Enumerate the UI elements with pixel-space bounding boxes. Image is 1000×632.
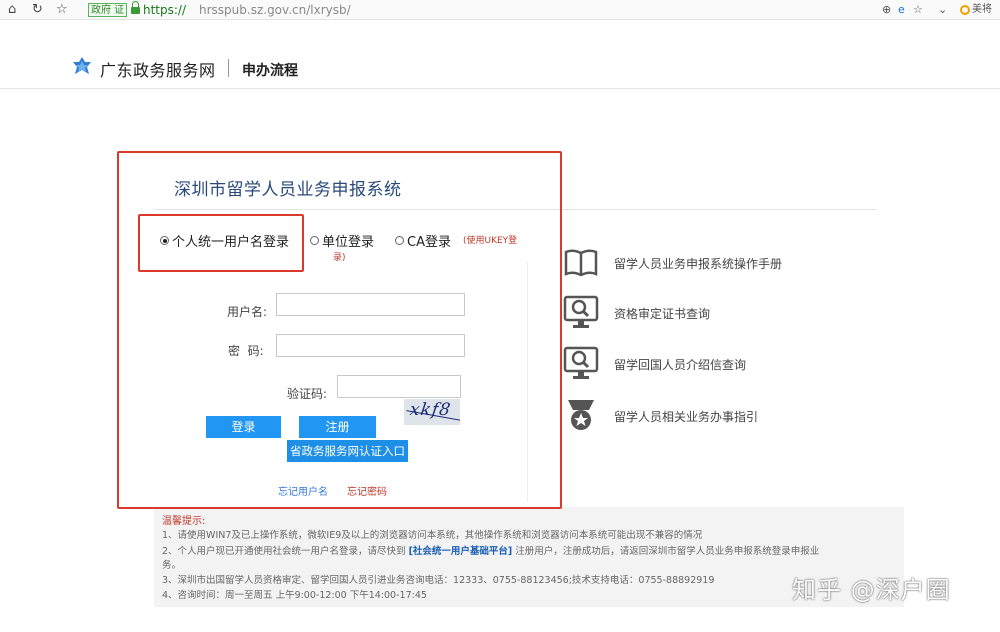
book-icon (564, 249, 598, 277)
star-icon[interactable]: ☆ (56, 1, 68, 19)
monitor-search-icon (563, 346, 599, 379)
reload-icon[interactable]: ↻ (32, 1, 43, 19)
medal-icon (568, 400, 594, 430)
annotation-box-login-panel (117, 151, 562, 509)
side-link-manual[interactable]: 留学人员业务申报系统操作手册 (563, 244, 782, 280)
watermark: 知乎 @深户圈 (792, 576, 951, 604)
site-name[interactable]: 广东政务服务网 (100, 57, 216, 81)
side-link-certificate-query[interactable]: 资格审定证书查询 (563, 294, 710, 330)
side-link-label: 资格审定证书查询 (614, 307, 711, 321)
notice-line-3: 3、深圳市出国留学人员资格审定、留学回国人员引进业务咨询电话：12333、075… (162, 575, 715, 586)
side-link-label: 留学回国人员介绍信查询 (614, 358, 747, 372)
notice-line-1: 1、请使用WIN7及已上操作系统，微软IE9及以上的浏览器访问本系统，其他操作系… (162, 530, 703, 541)
annotation-box-personal-login (138, 214, 304, 272)
header-divider (228, 59, 229, 77)
monitor-search-icon (563, 295, 599, 328)
lock-icon (131, 1, 140, 15)
notice-line-2-cont: 务。 (162, 560, 182, 571)
gd-gov-logo-icon[interactable] (72, 56, 92, 76)
side-link-letter-query[interactable]: 留学回国人员介绍信查询 (563, 345, 746, 381)
side-link-guide[interactable]: 留学人员相关业务办事指引 (563, 397, 758, 433)
site-header: 广东政务服务网 申办流程 (0, 41, 1000, 89)
notice-line-4: 4、咨询时间：周一至周五 上午9:00-12:00 下午14:00-17:45 (162, 590, 427, 601)
zoom-icon[interactable]: ⊕ (882, 2, 891, 18)
extension-dot-icon[interactable] (960, 5, 970, 15)
url-scheme[interactable]: https:// (143, 2, 186, 18)
nav-apply-process[interactable]: 申办流程 (242, 60, 298, 80)
notice-title: 温馨提示: (162, 516, 206, 527)
browser-extension-icon[interactable]: e (898, 2, 905, 18)
gov-site-badge: 政府 证 (88, 3, 128, 17)
side-link-label: 留学人员相关业务办事指引 (614, 410, 759, 424)
home-icon[interactable]: ⌂ (8, 1, 16, 19)
extension-label[interactable]: 美将 (972, 3, 992, 17)
url-path[interactable]: hrsspub.sz.gov.cn/lxrysb/ (199, 2, 351, 18)
platform-link[interactable]: [社会统一用户基础平台] (409, 546, 513, 557)
favorite-star-icon[interactable]: ☆ (913, 2, 923, 18)
chevron-down-icon[interactable]: ⌄ (938, 2, 947, 18)
browser-toolbar: ⌂ ↻ ☆ 政府 证 https:// hrsspub.sz.gov.cn/lx… (0, 0, 1000, 20)
notice-line-2: 2、个人用户现已开通使用社会统一用户名登录，请尽快到 [社会统一用户基础平台] … (162, 546, 820, 557)
side-link-label: 留学人员业务申报系统操作手册 (614, 257, 783, 271)
